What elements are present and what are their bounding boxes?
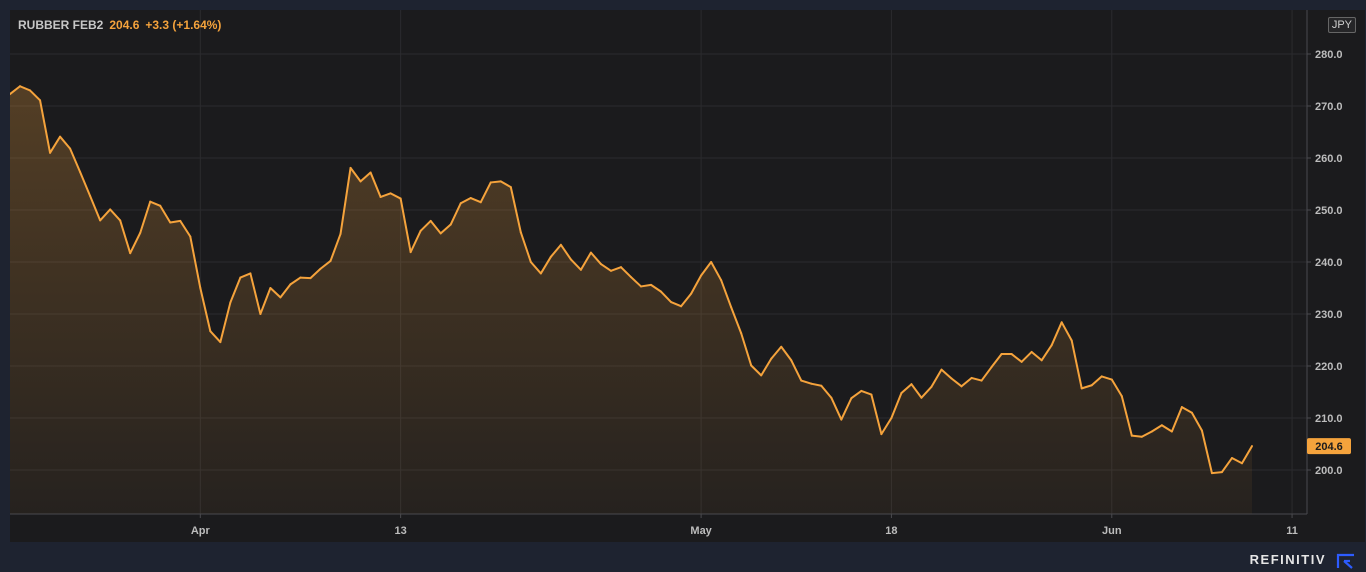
legend-symbol: RUBBER FEB2 [18, 18, 104, 32]
y-tick-label: 260.0 [1315, 153, 1343, 165]
x-tick-label: 11 [1286, 525, 1298, 537]
x-tick-label: 13 [395, 525, 407, 537]
last-price-tag: 204.6 [1307, 438, 1351, 455]
price-line-segment [1210, 471, 1223, 475]
price-area-fill [10, 86, 1252, 515]
price-chart[interactable]: 200.0 210.0 220.0 230.0 240.0 250.0 260.0 270.0… [10, 10, 1365, 542]
y-tick-label: 250.0 [1315, 205, 1343, 217]
x-tick-label: May [690, 525, 712, 537]
y-tick-label: 220.0 [1315, 361, 1343, 373]
last-price-tag-label: 204.6 [1315, 441, 1343, 453]
x-axis-ticks: Apr13May18Jun11Jul13Aug13Sep13 [191, 514, 1298, 537]
x-tick-label: 18 [885, 525, 897, 537]
x-tick-label: Apr [191, 525, 211, 537]
y-axis-ticks: 200.0 210.0 220.0 230.0 240.0 250.0 260.0 270.0… [1307, 49, 1343, 477]
chart-legend: RUBBER FEB2 204.6 +3.3 (+1.64%) [18, 18, 221, 32]
x-tick-label: Jun [1102, 525, 1122, 537]
y-tick-label: 270.0 [1315, 101, 1343, 113]
y-tick-label: 200.0 [1315, 465, 1343, 477]
chart-panel: 200.0 210.0 220.0 230.0 240.0 250.0 260.0 270.0… [10, 10, 1365, 542]
price-line-segment [1130, 434, 1143, 438]
brand-logo-text: REFINITIV [1249, 552, 1326, 567]
y-tick-label: 230.0 [1315, 309, 1343, 321]
y-tick-label: 210.0 [1315, 413, 1343, 425]
legend-last-price: 204.6 [109, 18, 140, 32]
y-tick-label: 280.0 [1315, 49, 1343, 61]
currency-badge[interactable]: JPY [1327, 17, 1356, 33]
refinitiv-logo-icon [1336, 553, 1354, 569]
price-line-segment [489, 180, 502, 184]
price-line-segment [299, 276, 312, 280]
legend-change: +3.3 (+1.64%) [145, 18, 222, 32]
y-tick-label: 240.0 [1315, 257, 1343, 269]
